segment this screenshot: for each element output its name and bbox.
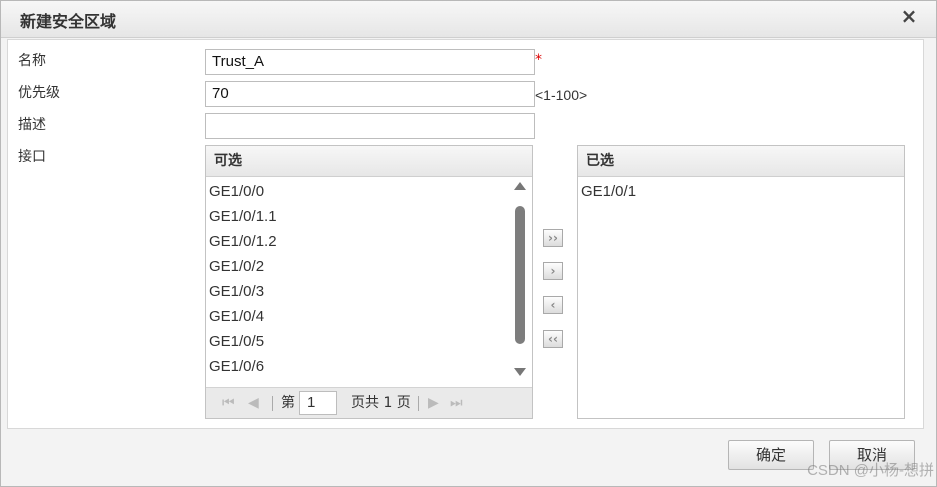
list-item[interactable]: GE1/0/4 — [206, 304, 532, 329]
name-label: 名称 — [18, 53, 46, 69]
priority-label: 优先级 — [18, 85, 60, 101]
available-list: GE1/0/0 GE1/0/1.1 GE1/0/1.2 GE1/0/2 GE1/… — [206, 177, 532, 386]
first-page-icon[interactable]: ⏮ — [222, 388, 235, 418]
available-interfaces-panel: 可选 GE1/0/0 GE1/0/1.1 GE1/0/1.2 GE1/0/2 G… — [205, 145, 533, 419]
vertical-scrollbar[interactable] — [514, 182, 526, 382]
list-item[interactable]: GE1/0/1.2 — [206, 229, 532, 254]
selected-header: 已选 — [578, 146, 904, 177]
page-number-input[interactable]: 1 — [299, 391, 337, 415]
prev-page-icon[interactable]: ◀ — [248, 388, 259, 418]
list-item[interactable]: GE1/0/3 — [206, 279, 532, 304]
dialog-title: 新建安全区域 — [20, 12, 117, 31]
selected-interfaces-panel: 已选 GE1/0/1 — [577, 145, 905, 419]
interface-label: 接口 — [18, 149, 46, 165]
pager-divider — [418, 396, 419, 411]
scrollbar-thumb[interactable] — [515, 206, 525, 344]
next-page-icon[interactable]: ▶ — [428, 388, 439, 418]
new-security-zone-dialog: 新建安全区域 × 名称 Trust_A * 优先级 70 <1-100> 描述 … — [0, 0, 937, 487]
pager-divider — [272, 396, 273, 411]
list-item[interactable]: GE1/0/1 — [578, 179, 904, 204]
page-prefix: 第 — [281, 395, 295, 411]
description-field[interactable] — [205, 113, 535, 139]
ok-button[interactable]: 确定 — [728, 440, 814, 470]
remove-all-button[interactable]: ‹‹ — [543, 330, 563, 348]
priority-field[interactable]: 70 — [205, 81, 535, 107]
priority-range-hint: <1-100> — [535, 87, 588, 103]
available-header: 可选 — [206, 146, 532, 177]
required-mark: * — [535, 52, 542, 68]
remove-button[interactable]: ‹ — [543, 296, 563, 314]
list-item[interactable]: GE1/0/1.1 — [206, 204, 532, 229]
dialog-titlebar: 新建安全区域 × — [1, 1, 936, 38]
name-field[interactable]: Trust_A — [205, 49, 535, 75]
add-button[interactable]: › — [543, 262, 563, 280]
close-icon[interactable]: × — [900, 6, 918, 26]
add-all-button[interactable]: ›› — [543, 229, 563, 247]
scroll-down-icon[interactable] — [514, 368, 526, 376]
dialog-content: 名称 Trust_A * 优先级 70 <1-100> 描述 接口 可选 GE1… — [7, 39, 924, 429]
list-item[interactable]: GE1/0/2 — [206, 254, 532, 279]
last-page-icon[interactable]: ⏭ — [450, 388, 463, 418]
watermark: CSDN @小杨-想拼 — [807, 462, 934, 479]
pagination-bar: ⏮ ◀ 第 1 页共 1 页 ▶ ⏭ — [206, 387, 532, 418]
description-label: 描述 — [18, 117, 46, 133]
list-item[interactable]: GE1/0/6 — [206, 354, 532, 379]
list-item[interactable]: GE1/0/0 — [206, 179, 532, 204]
list-item[interactable]: GE1/0/5 — [206, 329, 532, 354]
page-total-text: 页共 1 页 — [351, 395, 411, 411]
selected-list: GE1/0/1 — [578, 177, 904, 204]
scroll-up-icon[interactable] — [514, 182, 526, 190]
